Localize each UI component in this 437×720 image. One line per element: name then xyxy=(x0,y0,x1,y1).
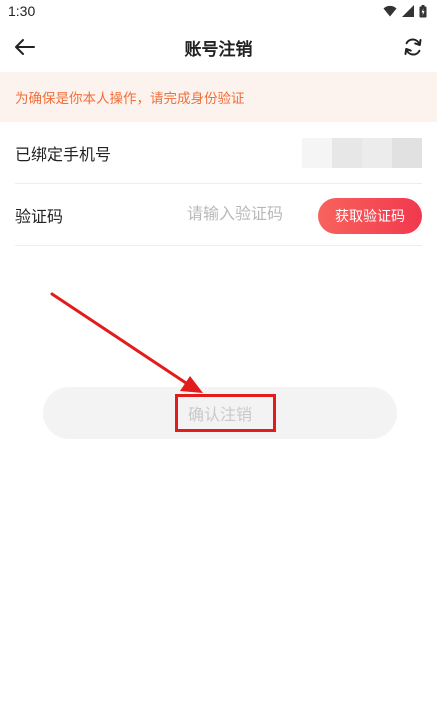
battery-icon xyxy=(419,4,427,17)
notice-text: 为确保是你本人操作，请完成身份验证 xyxy=(15,91,245,107)
back-button[interactable] xyxy=(10,33,38,61)
annotation-highlight-box xyxy=(175,394,276,432)
page-title: 账号注销 xyxy=(184,39,253,60)
verification-code-row: 验证码 获取验证码 xyxy=(15,184,422,246)
wifi-icon xyxy=(383,5,397,17)
refresh-button[interactable] xyxy=(399,33,427,61)
refresh-icon xyxy=(404,38,422,56)
back-arrow-icon xyxy=(15,39,35,55)
bound-phone-label: 已绑定手机号 xyxy=(15,144,112,164)
get-code-button[interactable]: 获取验证码 xyxy=(318,198,422,234)
status-time: 1:30 xyxy=(8,3,36,19)
verification-code-input[interactable] xyxy=(187,204,307,223)
verification-code-label: 验证码 xyxy=(15,206,64,226)
verification-notice: 为确保是你本人操作，请完成身份验证 xyxy=(0,72,437,122)
masked-phone-number xyxy=(302,137,422,168)
status-bar: 1:30 xyxy=(0,0,437,22)
bound-phone-row: 已绑定手机号 xyxy=(15,122,422,184)
signal-icon xyxy=(402,5,414,17)
status-icons xyxy=(383,4,427,18)
nav-bar: 账号注销 xyxy=(0,22,437,72)
